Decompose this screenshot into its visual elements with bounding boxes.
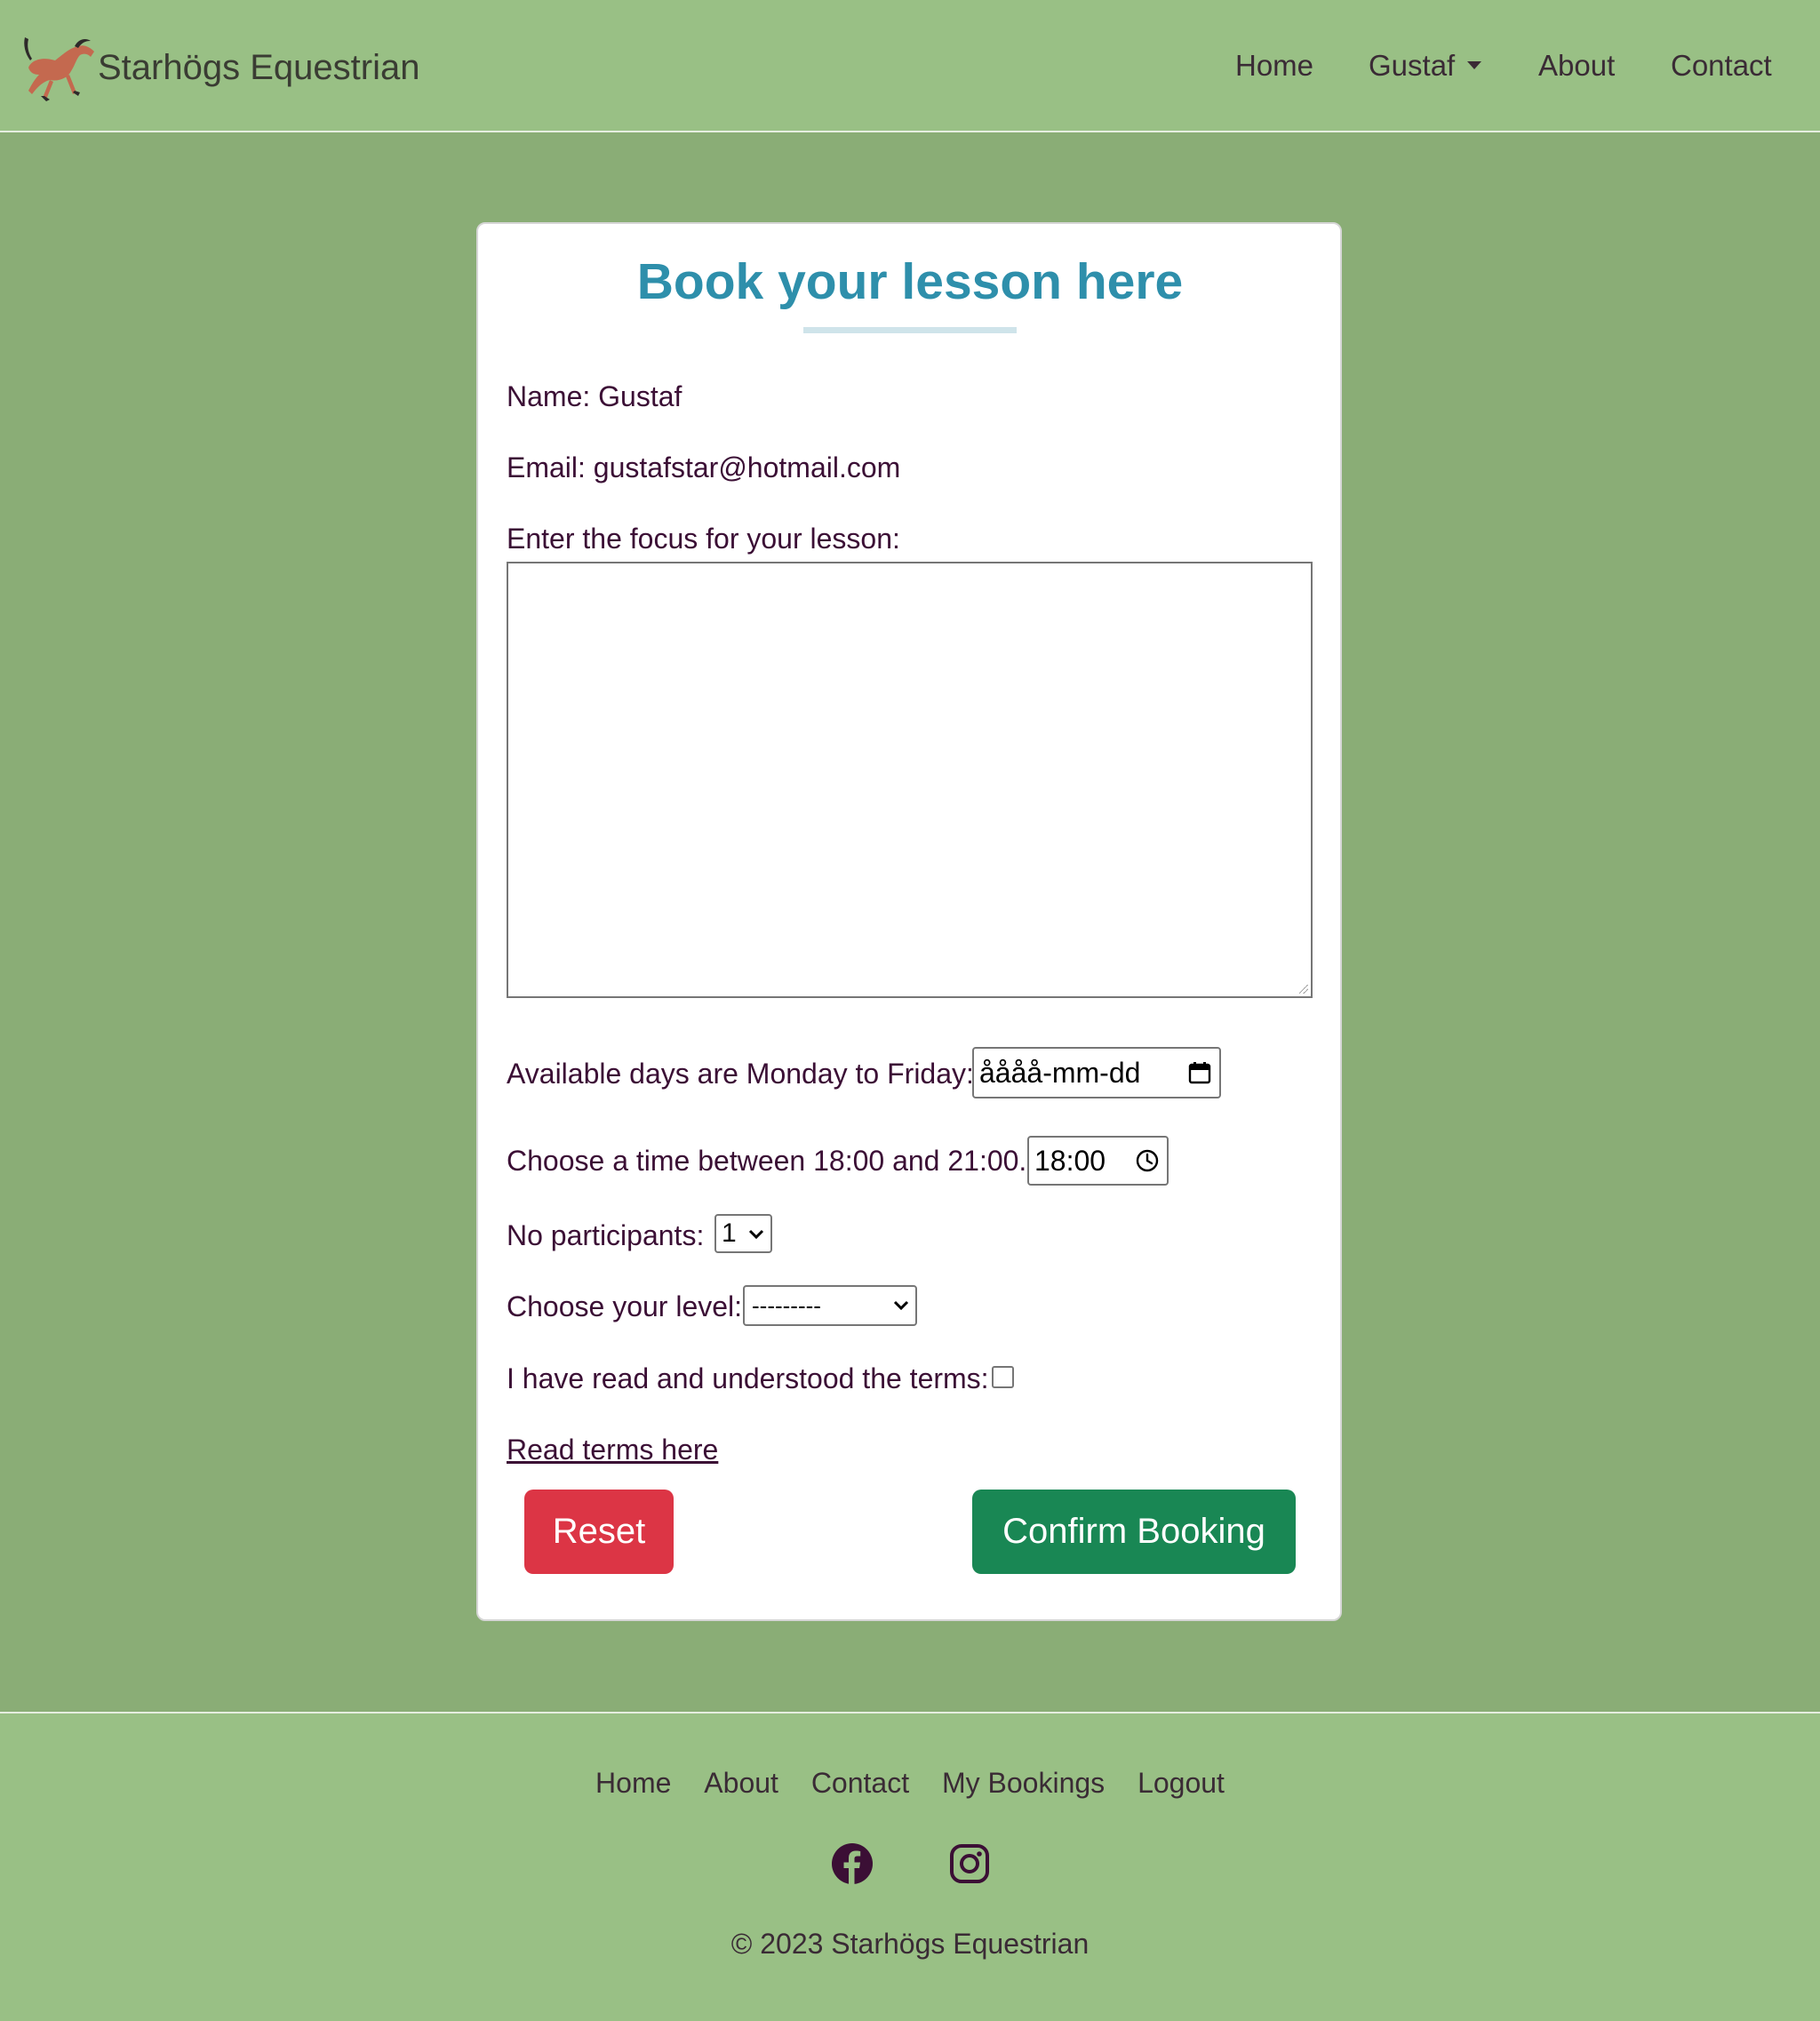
- chevron-down-icon: [748, 1229, 764, 1240]
- instagram-icon[interactable]: [947, 1841, 992, 1886]
- chevron-down-icon: [893, 1300, 909, 1311]
- page-title: Book your lesson here: [636, 253, 1184, 310]
- level-label: Choose your level:: [507, 1290, 743, 1322]
- copyright-text: © 2023 Starhögs Equestrian: [730, 1928, 1090, 1960]
- footer-home-link[interactable]: Home: [595, 1767, 671, 1799]
- time-input[interactable]: 18:00: [1027, 1136, 1169, 1186]
- date-input[interactable]: åååå-mm-dd: [972, 1047, 1221, 1098]
- footer-about-link[interactable]: About: [704, 1767, 778, 1799]
- time-label: Choose a time between 18:00 and 21:00.: [507, 1145, 1027, 1177]
- level-select[interactable]: ---------: [743, 1285, 917, 1326]
- confirm-booking-button[interactable]: Confirm Booking: [972, 1490, 1296, 1574]
- site-header: Starhögs Equestrian Home Gustaf About Co…: [0, 0, 1820, 132]
- time-input-value: 18:00: [1034, 1145, 1106, 1177]
- level-value: ---------: [752, 1292, 821, 1319]
- participants-value: 1: [722, 1218, 737, 1248]
- date-label: Available days are Monday to Friday:: [507, 1058, 974, 1090]
- focus-textarea[interactable]: [507, 562, 1313, 998]
- name-display: Name: Gustaf: [507, 380, 682, 412]
- nav-contact-link[interactable]: Contact: [1671, 39, 1772, 92]
- read-terms-link[interactable]: Read terms here: [507, 1432, 718, 1467]
- date-input-value: åååå-mm-dd: [979, 1057, 1141, 1089]
- nav-user-dropdown[interactable]: Gustaf: [1369, 39, 1482, 92]
- reset-button[interactable]: Reset: [524, 1490, 674, 1574]
- focus-label: Enter the focus for your lesson:: [507, 523, 900, 555]
- terms-label: I have read and understood the terms:: [507, 1362, 989, 1394]
- footer-nav: Home About Contact My Bookings Logout: [0, 1761, 1820, 1805]
- participants-label: No participants:: [507, 1219, 705, 1251]
- facebook-icon[interactable]: [830, 1841, 874, 1886]
- calendar-icon[interactable]: [1187, 1060, 1212, 1085]
- nav-user-label: Gustaf: [1369, 49, 1456, 82]
- site-footer: Home About Contact My Bookings Logout © …: [0, 1712, 1820, 2021]
- footer-my-bookings-link[interactable]: My Bookings: [942, 1767, 1105, 1799]
- nav-about-link[interactable]: About: [1538, 39, 1615, 92]
- footer-logout-link[interactable]: Logout: [1138, 1767, 1225, 1799]
- terms-checkbox[interactable]: [992, 1366, 1014, 1388]
- title-underline: [803, 327, 1017, 333]
- main-nav: Home Gustaf About Contact: [0, 39, 1820, 92]
- caret-down-icon: [1467, 60, 1482, 69]
- participants-select[interactable]: 1: [714, 1214, 772, 1253]
- nav-home-link[interactable]: Home: [1235, 39, 1313, 92]
- clock-icon[interactable]: [1135, 1148, 1160, 1173]
- footer-contact-link[interactable]: Contact: [811, 1767, 909, 1799]
- resize-handle-icon[interactable]: [1299, 985, 1308, 994]
- email-display: Email: gustafstar@hotmail.com: [507, 451, 901, 483]
